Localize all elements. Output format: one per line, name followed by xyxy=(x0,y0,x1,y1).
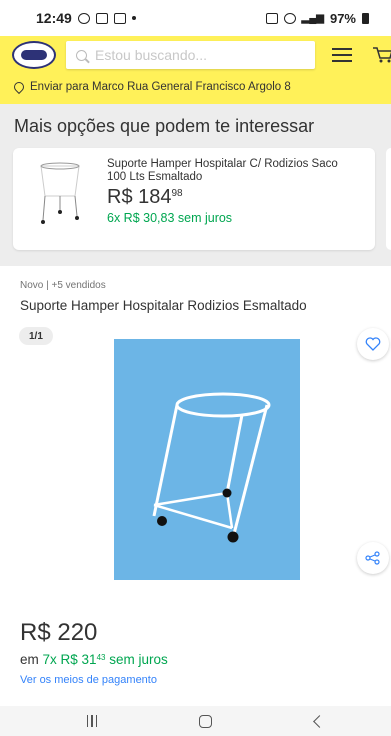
delivery-address[interactable]: Enviar para Marco Rua General Francisco … xyxy=(0,76,391,98)
header: Estou buscando... Enviar para Marco Rua … xyxy=(0,36,391,104)
product-title: Suporte Hamper Hospitalar Rodizios Esmal… xyxy=(20,298,307,313)
recommendation-installments: 6x R$ 30,83 sem juros xyxy=(107,211,233,225)
system-navigation-bar xyxy=(0,706,391,736)
installments-value: 7x R$ 3143 xyxy=(43,652,106,667)
back-button[interactable] xyxy=(307,712,331,730)
installments-cents: 43 xyxy=(96,653,106,662)
status-bar: 12:49 ▂▄▆ 97% xyxy=(0,0,391,36)
alarm-icon xyxy=(265,12,278,24)
product-section: Novo | +5 vendidos Suporte Hamper Hospit… xyxy=(0,266,391,706)
share-button[interactable] xyxy=(357,542,389,574)
battery-level: 97% xyxy=(329,10,356,26)
search-placeholder: Estou buscando... xyxy=(95,47,208,63)
status-time: 12:49 xyxy=(36,10,72,26)
installments-suffix: sem juros xyxy=(109,652,168,667)
recent-apps-button[interactable] xyxy=(80,712,104,730)
wifi-icon xyxy=(283,12,296,24)
battery-icon xyxy=(362,12,369,24)
delivery-address-text: Enviar para Marco Rua General Francisco … xyxy=(30,81,291,93)
product-installments: em 7x R$ 3143 sem juros xyxy=(20,652,168,667)
payment-methods-link[interactable]: Ver os meios de pagamento xyxy=(20,674,157,686)
product-price: R$ 220 xyxy=(20,619,98,646)
share-icon xyxy=(365,551,380,565)
recommendation-price: R$ 18498 xyxy=(107,186,183,209)
mail-icon xyxy=(113,12,126,24)
whatsapp-icon xyxy=(77,12,90,24)
menu-icon[interactable] xyxy=(332,48,352,62)
next-recommendation-card[interactable] xyxy=(386,148,391,250)
recommendation-price-main: R$ 184 xyxy=(107,186,172,208)
image-notification-icon xyxy=(95,12,108,24)
signal-icon: ▂▄▆ xyxy=(301,12,324,24)
search-input[interactable]: Estou buscando... xyxy=(66,41,315,69)
hamper-thumbnail xyxy=(40,162,80,224)
favorite-button[interactable] xyxy=(357,328,389,360)
installments-prefix: em xyxy=(20,652,39,667)
recommendation-price-cents: 98 xyxy=(171,188,183,199)
recommendation-title: Suporte Hamper Hospitalar C/ Rodizios Sa… xyxy=(107,158,338,183)
product-image[interactable] xyxy=(114,339,300,580)
mercadolivre-logo[interactable] xyxy=(12,41,56,69)
cart-icon[interactable] xyxy=(372,46,391,64)
installments-amount: 7x R$ 31 xyxy=(42,652,97,667)
location-pin-icon xyxy=(11,79,27,95)
heart-icon xyxy=(365,337,381,351)
more-notifications-icon xyxy=(131,16,136,20)
image-counter: 1/1 xyxy=(19,327,53,345)
home-button[interactable] xyxy=(193,712,217,730)
search-icon xyxy=(76,49,87,61)
product-meta: Novo | +5 vendidos xyxy=(20,280,106,291)
recommendation-card[interactable]: Suporte Hamper Hospitalar C/ Rodizios Sa… xyxy=(13,148,375,250)
recommendations-title: Mais opções que podem te interessar xyxy=(14,116,315,136)
